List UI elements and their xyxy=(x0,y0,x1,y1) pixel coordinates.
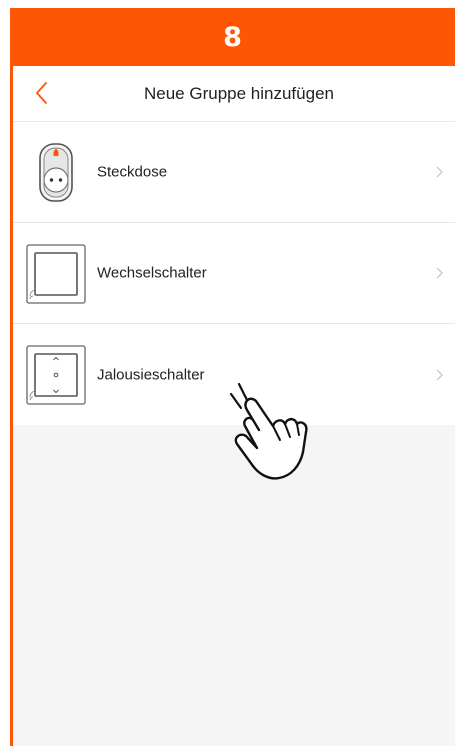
step-number: 8 xyxy=(223,21,242,53)
list-item-wechselschalter[interactable]: Wechselschalter xyxy=(13,223,455,324)
rocker-switch-icon xyxy=(26,244,86,304)
blind-switch-icon xyxy=(26,345,86,405)
chevron-right-icon xyxy=(436,369,443,380)
page-title: Neue Gruppe hinzufügen xyxy=(144,83,334,103)
list-item-label: Steckdose xyxy=(97,163,168,181)
list-item-label: Jalousieschalter xyxy=(97,366,205,383)
navbar: Neue Gruppe hinzufügen xyxy=(13,66,455,122)
chevron-right-icon xyxy=(436,166,443,178)
step-banner: 8 xyxy=(10,8,455,66)
chevron-right-icon xyxy=(436,267,443,279)
chevron-left-icon xyxy=(36,82,47,104)
back-button[interactable] xyxy=(27,78,57,108)
hand-pointer-icon xyxy=(229,382,308,480)
list-item-label: Wechselschalter xyxy=(97,264,207,282)
list-item-steckdose[interactable]: Steckdose xyxy=(13,122,455,223)
socket-outlet-icon xyxy=(39,143,73,202)
